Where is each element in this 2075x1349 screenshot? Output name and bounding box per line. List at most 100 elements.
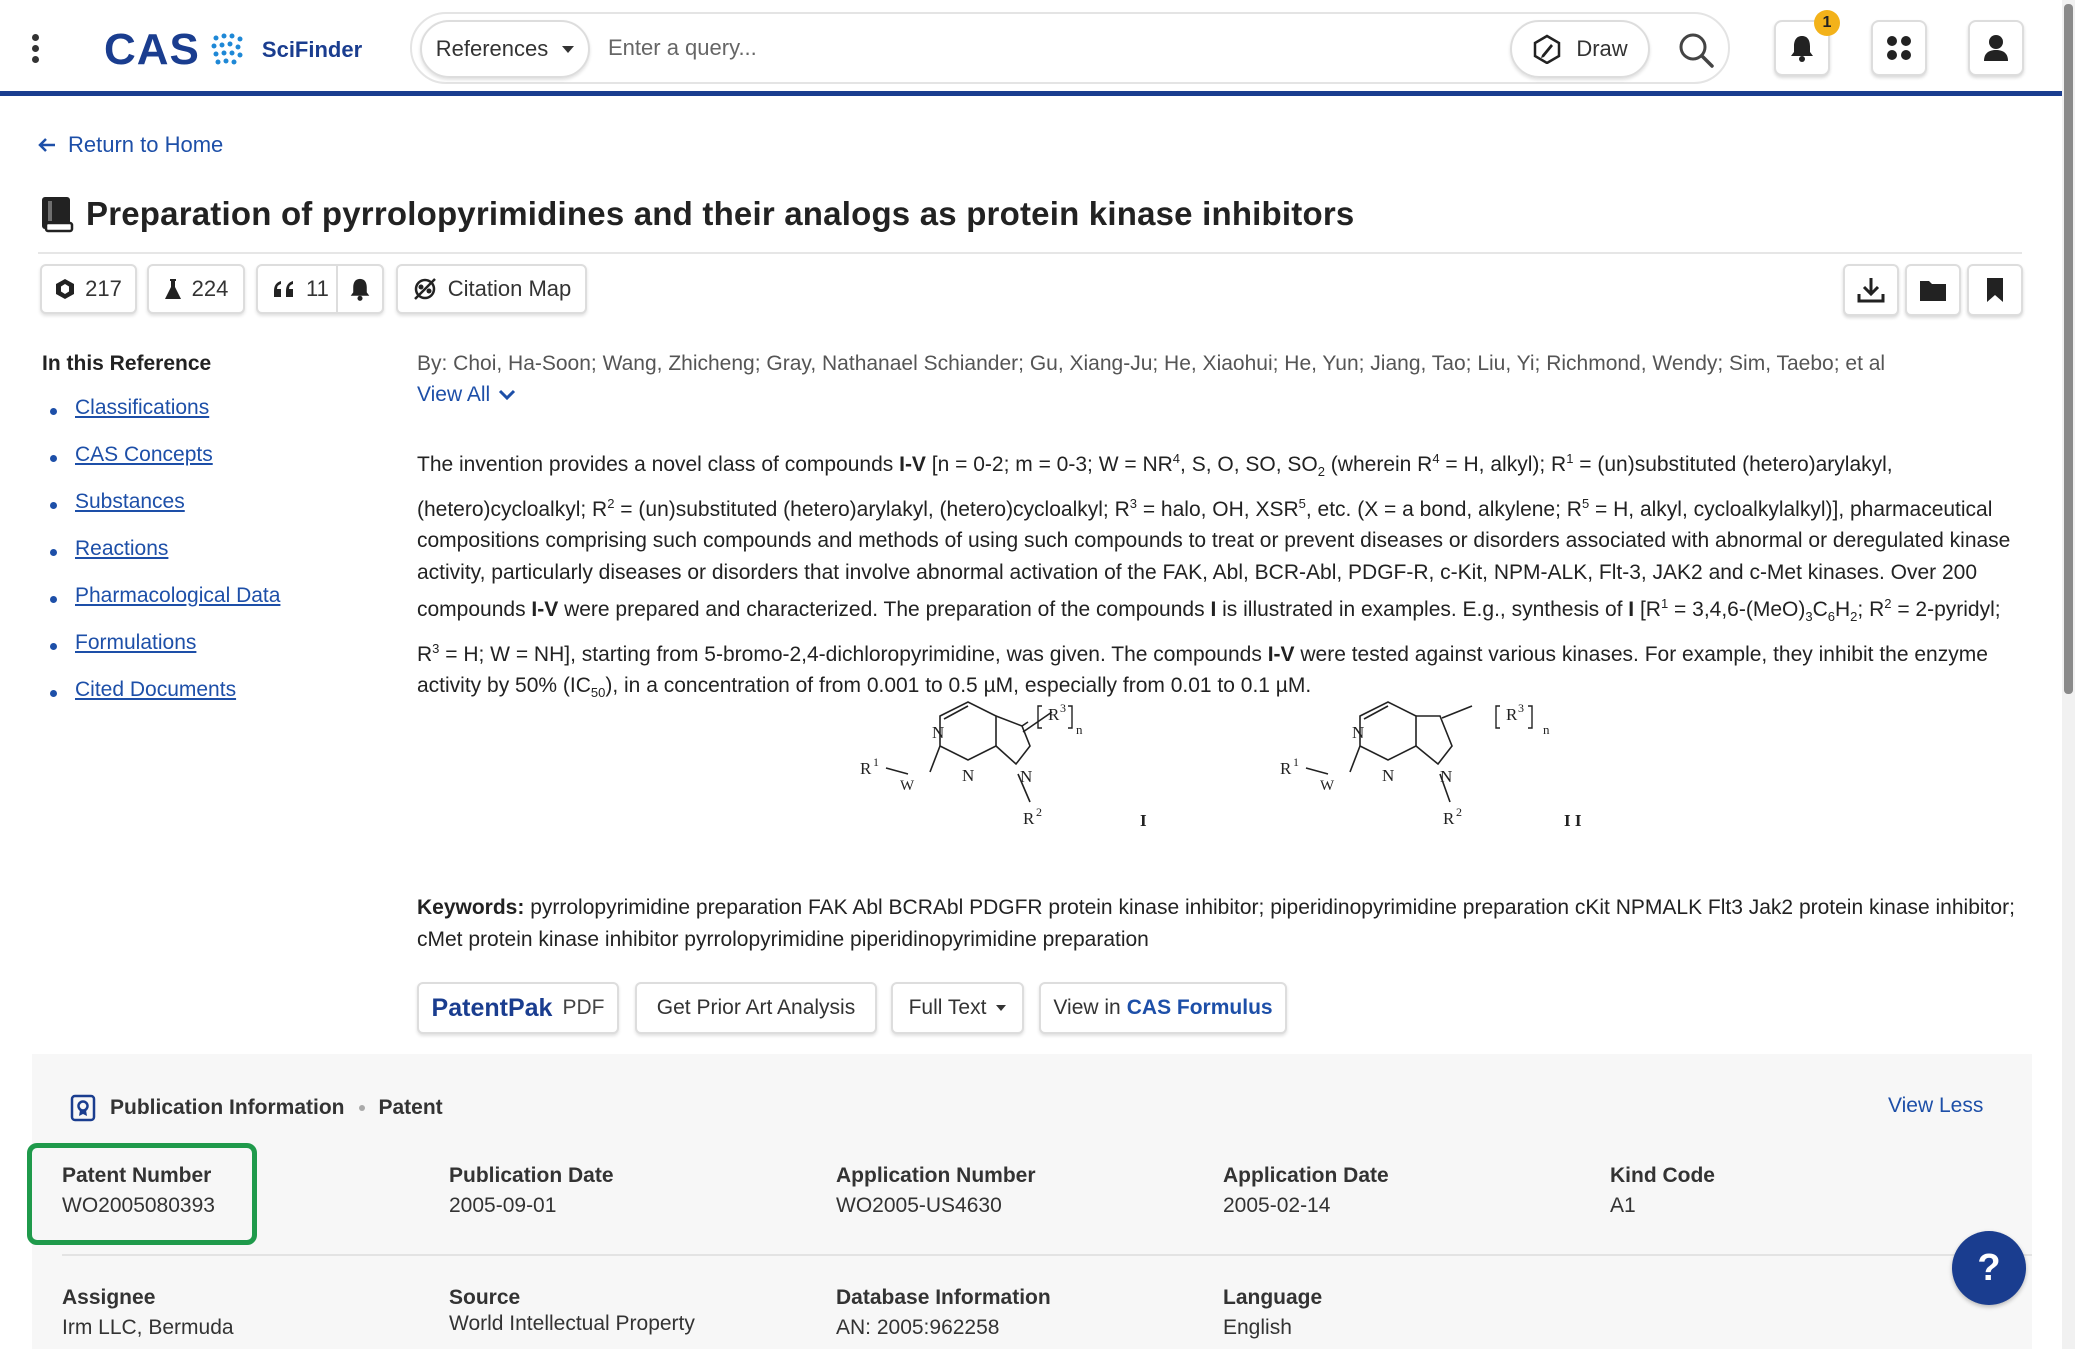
- r1-label: R: [1280, 759, 1292, 778]
- help-button[interactable]: ?: [1952, 1231, 2026, 1305]
- r3-label: R: [1506, 705, 1518, 724]
- source-label: Source: [449, 1286, 521, 1309]
- language-value: English: [1223, 1316, 1292, 1339]
- source-value: World Intellectual Property: [449, 1312, 695, 1335]
- search-type-dropdown[interactable]: References: [420, 20, 590, 78]
- citation-map-label: Citation Map: [447, 276, 572, 301]
- in-this-reference-title: In this Reference: [42, 352, 212, 375]
- application-number-field: Application Number WO2005-US4630: [836, 1164, 1036, 1218]
- sidebar-item-reactions: Reactions: [50, 537, 280, 584]
- return-to-home-link[interactable]: Return to Home: [38, 132, 223, 158]
- r3-label: R: [1048, 705, 1060, 724]
- formulations-link[interactable]: Formulations: [75, 631, 196, 654]
- download-button[interactable]: [1843, 264, 1899, 316]
- atom-n3: N: [1440, 767, 1452, 786]
- sidebar-item-cas-concepts: CAS Concepts: [50, 443, 280, 490]
- application-date-label: Application Date: [1223, 1164, 1389, 1187]
- view-less-link[interactable]: View Less: [1888, 1094, 1983, 1118]
- view-in-formulus-button[interactable]: View in CAS Formulus: [1039, 982, 1287, 1034]
- cas-scifinder-logo[interactable]: CAS SciFinder: [104, 25, 363, 74]
- classifications-link[interactable]: Classifications: [75, 396, 209, 419]
- r1-sup: 1: [873, 755, 879, 769]
- r3-sup: 3: [1518, 701, 1524, 715]
- atom-n2: N: [1382, 766, 1394, 785]
- logo-scifinder-text: SciFinder: [261, 37, 363, 62]
- w-label: W: [900, 778, 915, 794]
- r2-sup: 2: [1456, 805, 1462, 819]
- document-type: Patent: [378, 1096, 443, 1119]
- query-input[interactable]: [608, 28, 1308, 68]
- reactions-count-button[interactable]: 224: [147, 264, 245, 314]
- sidebar-item-formulations: Formulations: [50, 631, 280, 678]
- bookmark-icon: [1987, 278, 2003, 302]
- full-text-dropdown[interactable]: Full Text: [891, 982, 1024, 1034]
- sidebar-item-pharmacological-data: Pharmacological Data: [50, 584, 280, 631]
- search-icon[interactable]: [1674, 28, 1718, 72]
- user-icon: [1984, 35, 2008, 61]
- substances-link[interactable]: Substances: [75, 490, 185, 513]
- citation-map-button[interactable]: Citation Map: [396, 264, 587, 314]
- bell-icon: [1791, 36, 1813, 62]
- save-to-folder-button[interactable]: [1905, 264, 1961, 316]
- application-date-field: Application Date 2005-02-14: [1223, 1164, 1389, 1218]
- bookmark-button[interactable]: [1967, 264, 2023, 316]
- kind-code-value: A1: [1610, 1194, 1636, 1217]
- assignee-label: Assignee: [62, 1286, 156, 1309]
- language-field: Language English: [1223, 1286, 1322, 1340]
- patentpak-pdf-button[interactable]: PatentPak PDF: [417, 982, 619, 1034]
- application-number-label: Application Number: [836, 1164, 1036, 1187]
- logo-dots-icon: [211, 33, 243, 65]
- substances-count: 217: [85, 276, 122, 301]
- publication-date-label: Publication Date: [449, 1164, 614, 1187]
- title-divider: [38, 252, 2022, 254]
- kebab-menu-icon[interactable]: [28, 34, 42, 70]
- database-value: AN: 2005:962258: [836, 1316, 1000, 1339]
- sidebar-item-cited-documents: Cited Documents: [50, 678, 280, 725]
- reference-section-nav: Classifications CAS Concepts Substances …: [50, 396, 280, 725]
- pharmacological-data-link[interactable]: Pharmacological Data: [75, 584, 280, 607]
- n-sub: n: [1076, 722, 1083, 737]
- user-account-button[interactable]: [1968, 20, 2024, 76]
- scrollbar-thumb[interactable]: [2064, 4, 2073, 694]
- caret-down-icon: [996, 1005, 1007, 1011]
- substances-count-button[interactable]: 217: [40, 264, 137, 314]
- kind-code-label: Kind Code: [1610, 1164, 1715, 1187]
- full-text-label: Full Text: [908, 996, 987, 1019]
- authors-line: By: Choi, Ha-Soon; Wang, Zhicheng; Gray,…: [417, 352, 1886, 375]
- view-all-authors-link[interactable]: View All: [417, 383, 516, 407]
- publication-heading: Publication Information Patent: [70, 1094, 443, 1122]
- flask-icon: [164, 279, 181, 299]
- publication-heading-label: Publication Information: [110, 1096, 345, 1119]
- view-in-label: View in: [1053, 996, 1121, 1019]
- atom-n1: N: [1352, 723, 1364, 742]
- hexagon-pencil-icon: [1534, 34, 1561, 64]
- reactions-link[interactable]: Reactions: [75, 537, 168, 560]
- formulus-label: CAS Formulus: [1126, 996, 1273, 1019]
- keywords-text: pyrrolopyrimidine preparation FAK Abl BC…: [417, 896, 2015, 951]
- structure-II-labels: N N N R 1 W R 2 R 3 n I I: [1280, 701, 1582, 830]
- application-number-value: WO2005-US4630: [836, 1194, 1002, 1217]
- patent-number-highlight: [27, 1143, 257, 1245]
- draw-label: Draw: [1576, 36, 1628, 61]
- atom-n1: N: [932, 723, 944, 742]
- search-bar: References Draw: [410, 12, 1730, 84]
- application-date-value: 2005-02-14: [1223, 1194, 1331, 1217]
- publication-information-panel: Publication Information Patent View Less…: [32, 1054, 2032, 1349]
- compound-label-I: I: [1140, 811, 1147, 830]
- arrow-left-icon: [38, 138, 55, 152]
- citation-alert-button[interactable]: [336, 264, 384, 314]
- keywords-paragraph: Keywords: pyrrolopyrimidine preparation …: [417, 892, 2017, 955]
- apps-button[interactable]: [1871, 20, 1927, 76]
- cas-concepts-link[interactable]: CAS Concepts: [75, 443, 213, 466]
- language-label: Language: [1223, 1286, 1323, 1309]
- page-title: Preparation of pyrrolopyrimidines and th…: [86, 195, 1355, 232]
- draw-button[interactable]: Draw: [1510, 20, 1650, 78]
- cited-documents-link[interactable]: Cited Documents: [75, 678, 236, 701]
- prior-art-analysis-button[interactable]: Get Prior Art Analysis: [635, 982, 877, 1034]
- reactions-count: 224: [191, 276, 229, 301]
- chemical-structures-image: N N N R 1 W R 2 R 3 n I N N N R 1 W R 2 …: [860, 701, 1582, 830]
- patent-document-icon: [70, 1094, 96, 1122]
- r1-label: R: [860, 759, 872, 778]
- chevron-down-icon: [562, 45, 575, 53]
- substance-hexagon-icon: [56, 279, 75, 299]
